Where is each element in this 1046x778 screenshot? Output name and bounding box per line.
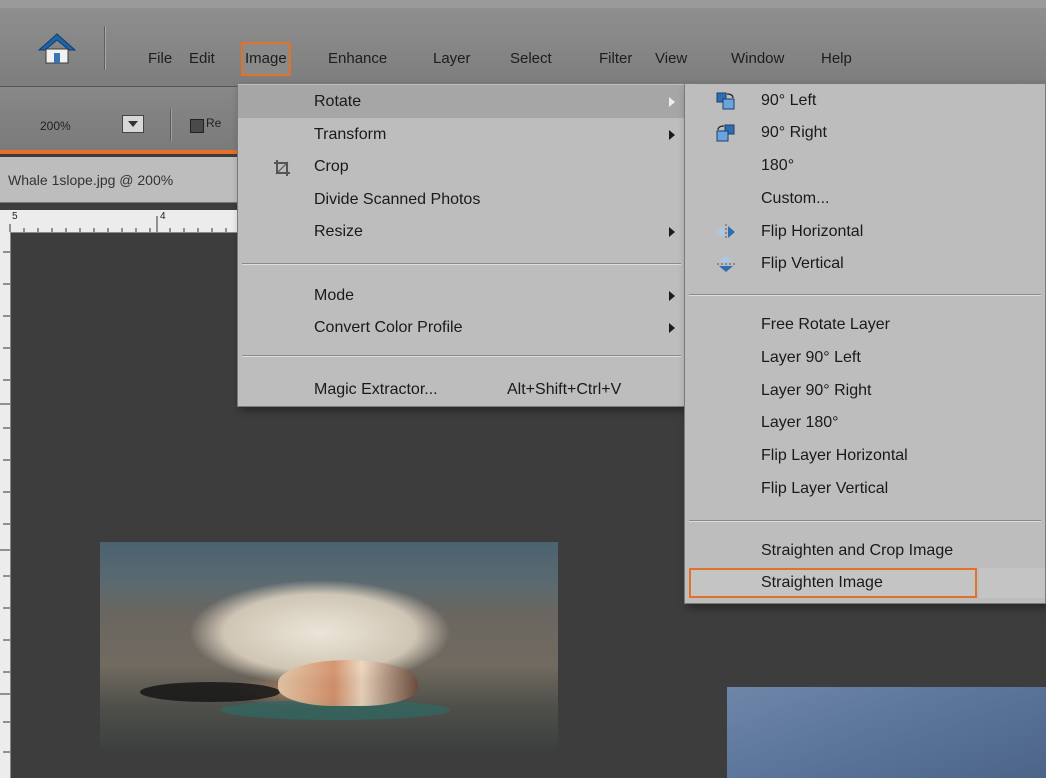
menu-item-label: Flip Vertical [761, 255, 844, 272]
image-menu-item-rotate[interactable]: Rotate [238, 85, 685, 118]
menu-separator [104, 26, 106, 70]
menu-item-label: Straighten Image [761, 574, 883, 591]
ruler-horizontal: 5 4 [0, 210, 240, 233]
rotate-item-flip-layer-vertical[interactable]: Flip Layer Vertical [685, 473, 1045, 505]
flip-vertical-icon [715, 254, 737, 274]
menu-separator [242, 263, 681, 265]
menu-item-label: Rotate [314, 93, 362, 110]
menu-item-label: 90° Right [761, 124, 827, 141]
menu-layer[interactable]: Layer [431, 44, 473, 74]
rotate-right-icon [715, 123, 737, 143]
menu-item-label: Convert Color Profile [314, 319, 463, 336]
whale-photo[interactable] [100, 542, 558, 748]
image-menu-item-convert-color-profile[interactable]: Convert Color Profile [238, 311, 685, 344]
menu-item-label: Flip Layer Horizontal [761, 447, 908, 464]
document-tab[interactable]: Whale 1slope.jpg @ 200% [0, 157, 240, 203]
image-menu-item-magic-extractor[interactable]: Magic Extractor... Alt+Shift+Ctrl+V [238, 373, 685, 406]
menu-view[interactable]: View [653, 44, 689, 74]
rotate-item-180[interactable]: 180° [685, 150, 1045, 182]
menu-separator [689, 520, 1041, 522]
submenu-arrow-icon [669, 130, 675, 140]
rotate-submenu: 90° Left 90° Right 180° Custom... Flip H… [684, 83, 1046, 604]
flip-horizontal-icon [715, 222, 737, 242]
crop-icon [272, 157, 292, 177]
menu-separator [689, 294, 1041, 296]
menu-item-label: Transform [314, 126, 387, 143]
rotate-item-90-left[interactable]: 90° Left [685, 85, 1045, 117]
active-document-indicator [0, 150, 250, 154]
menu-item-label: Crop [314, 158, 349, 175]
menu-edit[interactable]: Edit [187, 44, 217, 74]
menu-help[interactable]: Help [819, 44, 854, 74]
image-menu: Rotate Transform Crop Divide Scanned Pho… [237, 83, 686, 407]
rotate-item-flip-layer-horizontal[interactable]: Flip Layer Horizontal [685, 440, 1045, 472]
rotate-item-layer-180[interactable]: Layer 180° [685, 407, 1045, 439]
menu-item-label: Custom... [761, 190, 830, 207]
rotate-left-icon [715, 91, 737, 111]
rotate-item-straighten-and-crop-image[interactable]: Straighten and Crop Image [685, 535, 1045, 567]
image-menu-item-divide-scanned-photos[interactable]: Divide Scanned Photos [238, 183, 685, 216]
rotate-item-layer-90-left[interactable]: Layer 90° Left [685, 342, 1045, 374]
menu-item-label: Resize [314, 223, 363, 240]
rotate-item-straighten-image[interactable]: Straighten Image [689, 568, 1045, 598]
image-menu-item-crop[interactable]: Crop [238, 150, 685, 183]
menu-separator [242, 355, 681, 357]
rotate-item-free-rotate-layer[interactable]: Free Rotate Layer [685, 309, 1045, 341]
menu-filter[interactable]: Filter [597, 44, 634, 74]
image-menu-item-resize[interactable]: Resize [238, 215, 685, 248]
menu-item-label: Mode [314, 287, 355, 304]
menu-item-label: Flip Horizontal [761, 223, 864, 240]
rotate-item-flip-vertical[interactable]: Flip Vertical [685, 248, 1045, 280]
ruler-label: 5 [12, 211, 18, 222]
menu-enhance[interactable]: Enhance [326, 44, 389, 74]
submenu-arrow-icon [669, 291, 675, 301]
menu-bar: File Edit Image Enhance Layer Select Fil… [0, 8, 1046, 87]
menu-item-label: Flip Layer Vertical [761, 480, 889, 497]
menu-item-label: Straighten and Crop Image [761, 542, 954, 559]
menu-image[interactable]: Image [241, 42, 291, 76]
zoom-level-field[interactable]: 200% [40, 117, 120, 135]
menu-item-label: Free Rotate Layer [761, 316, 890, 333]
ruler-label: 4 [160, 211, 166, 222]
menu-item-label: 90° Left [761, 92, 817, 109]
menu-window[interactable]: Window [729, 44, 786, 74]
menu-item-label: Divide Scanned Photos [314, 191, 481, 208]
menu-item-label: Layer 90° Left [761, 349, 861, 366]
whale-photo-subject [278, 660, 418, 706]
rotate-item-custom[interactable]: Custom... [685, 183, 1045, 215]
menu-file[interactable]: File [146, 44, 174, 74]
rotate-item-layer-90-right[interactable]: Layer 90° Right [685, 375, 1045, 407]
home-button[interactable] [34, 28, 80, 68]
water-photo[interactable] [727, 687, 1046, 778]
zoom-dropdown-button[interactable] [122, 115, 144, 133]
submenu-arrow-icon [669, 227, 675, 237]
menu-item-label: Magic Extractor... [314, 381, 438, 398]
submenu-arrow-icon [669, 323, 675, 333]
resize-windows-label: Re [206, 116, 222, 130]
options-separator [170, 109, 172, 141]
rotate-item-90-right[interactable]: 90° Right [685, 117, 1045, 149]
whale-photo-shadow [140, 682, 280, 702]
image-menu-item-transform[interactable]: Transform [238, 118, 685, 151]
home-icon [37, 33, 77, 64]
menu-select[interactable]: Select [508, 44, 554, 74]
submenu-arrow-icon [669, 97, 675, 107]
menu-item-label: Layer 90° Right [761, 382, 872, 399]
ruler-vertical [0, 232, 11, 778]
menu-item-shortcut: Alt+Shift+Ctrl+V [507, 381, 622, 398]
menu-item-label: Layer 180° [761, 414, 839, 431]
image-menu-item-mode[interactable]: Mode [238, 279, 685, 312]
chevron-down-icon [128, 121, 138, 127]
rotate-item-flip-horizontal[interactable]: Flip Horizontal [685, 216, 1045, 248]
resize-windows-checkbox[interactable] [190, 119, 204, 133]
menu-item-label: 180° [761, 157, 795, 174]
